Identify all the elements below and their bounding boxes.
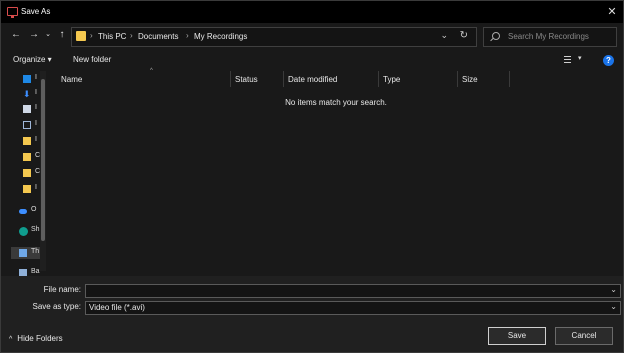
save-as-type-select[interactable]: Video file (*.avi) ⌄ (85, 301, 621, 315)
organize-menu-button[interactable]: Organize ▾ (13, 55, 52, 64)
network-icon (19, 269, 27, 276)
breadcrumb-separator: › (90, 31, 93, 40)
nav-item-label: I (35, 136, 37, 143)
command-bar: Organize ▾ New folder ▾ (1, 49, 623, 71)
column-label: Status (235, 75, 258, 84)
address-dropdown-chevron-icon[interactable]: ⌄ (440, 30, 448, 41)
column-label: Name (61, 75, 83, 84)
hide-folders-button[interactable]: ^ Hide Folders (9, 334, 63, 343)
cancel-button[interactable]: Cancel (555, 327, 613, 345)
save-as-type-label: Save as type: (32, 302, 81, 311)
nav-item-label: I (35, 74, 37, 81)
column-label: Date modified (288, 75, 338, 84)
column-label: Size (462, 75, 478, 84)
column-header-size[interactable]: Size (458, 71, 509, 87)
nav-item-label: O (31, 206, 37, 213)
quick-access-icon (23, 75, 31, 83)
this-pc-icon (19, 249, 27, 257)
documents-icon (23, 105, 31, 113)
file-name-dropdown-chevron-icon[interactable]: ⌄ (610, 285, 617, 294)
file-name-label: File name: (43, 285, 81, 294)
chevron-up-icon: ^ (9, 336, 13, 343)
scrollbar-thumb[interactable] (41, 79, 45, 241)
view-options-icon[interactable] (561, 55, 575, 65)
sharepoint-icon (19, 227, 28, 236)
help-icon[interactable]: ? (603, 55, 614, 66)
file-list: Name ^ Status Date modified Type Size No… (49, 68, 623, 276)
file-name-input[interactable] (88, 286, 604, 296)
breadcrumb-separator: › (130, 31, 133, 40)
breadcrumb-this-pc[interactable]: This PC (98, 32, 126, 41)
search-box[interactable] (483, 27, 617, 47)
save-form: File name: ⌄ Save as type: Video file (*… (1, 276, 623, 352)
close-icon[interactable]: ✕ (603, 3, 621, 21)
search-icon (492, 32, 500, 40)
breadcrumb-my-recordings[interactable]: My Recordings (194, 32, 247, 41)
column-header-date-modified[interactable]: Date modified (284, 71, 378, 87)
address-bar[interactable]: › This PC › Documents › My Recordings ⌄ … (71, 27, 477, 47)
nav-pane-scrollbar[interactable] (40, 71, 46, 271)
column-header-type[interactable]: Type (379, 71, 457, 87)
up-arrow-icon[interactable]: ↑ (55, 28, 69, 42)
search-input[interactable] (508, 30, 612, 42)
sort-ascending-icon: ^ (150, 68, 153, 74)
forward-arrow-icon[interactable]: → (27, 28, 41, 42)
view-dropdown-chevron-icon[interactable]: ▾ (578, 54, 582, 62)
onedrive-icon (19, 209, 27, 214)
refresh-icon[interactable]: ↻ (460, 30, 468, 41)
pictures-icon (23, 121, 31, 129)
folder-icon (23, 137, 31, 145)
folder-icon (23, 185, 31, 193)
folder-icon (76, 31, 86, 41)
breadcrumb-separator: › (186, 31, 189, 40)
save-as-dialog: Save As ✕ ← → ⌄ ↑ › This PC › Documents … (0, 0, 624, 353)
column-label: Type (383, 75, 401, 84)
save-as-type-dropdown-chevron-icon[interactable]: ⌄ (610, 302, 617, 311)
hide-folders-label: Hide Folders (17, 334, 63, 343)
save-as-type-value: Video file (*.avi) (89, 303, 145, 312)
app-icon (7, 7, 18, 18)
folder-icon (23, 153, 31, 161)
folder-icon (23, 169, 31, 177)
save-button[interactable]: Save (488, 327, 546, 345)
breadcrumb-documents[interactable]: Documents (138, 32, 178, 41)
window-title: Save As (21, 7, 51, 16)
column-header-status[interactable]: Status (231, 71, 283, 87)
column-header-name[interactable]: Name ^ (57, 68, 230, 87)
nav-item-label: I (35, 89, 37, 96)
nav-item-label: Sh (31, 226, 40, 233)
empty-folder-message: No items match your search. (285, 98, 387, 107)
column-divider[interactable] (509, 71, 510, 87)
title-bar: Save As ✕ (1, 1, 623, 23)
recent-locations-chevron-icon[interactable]: ⌄ (41, 28, 55, 42)
new-folder-button[interactable]: New folder (73, 55, 111, 64)
back-arrow-icon[interactable]: ← (9, 28, 23, 42)
nav-item-label: Ba (31, 268, 40, 275)
navigation-bar: ← → ⌄ ↑ › This PC › Documents › My Recor… (1, 23, 623, 49)
nav-item-label: I (35, 104, 37, 111)
nav-item-label: I (35, 120, 37, 127)
file-name-combobox[interactable]: ⌄ (85, 284, 621, 298)
nav-item-label: Th (31, 248, 40, 255)
downloads-icon: ⬇ (23, 89, 31, 99)
nav-item-label: I (35, 184, 37, 191)
